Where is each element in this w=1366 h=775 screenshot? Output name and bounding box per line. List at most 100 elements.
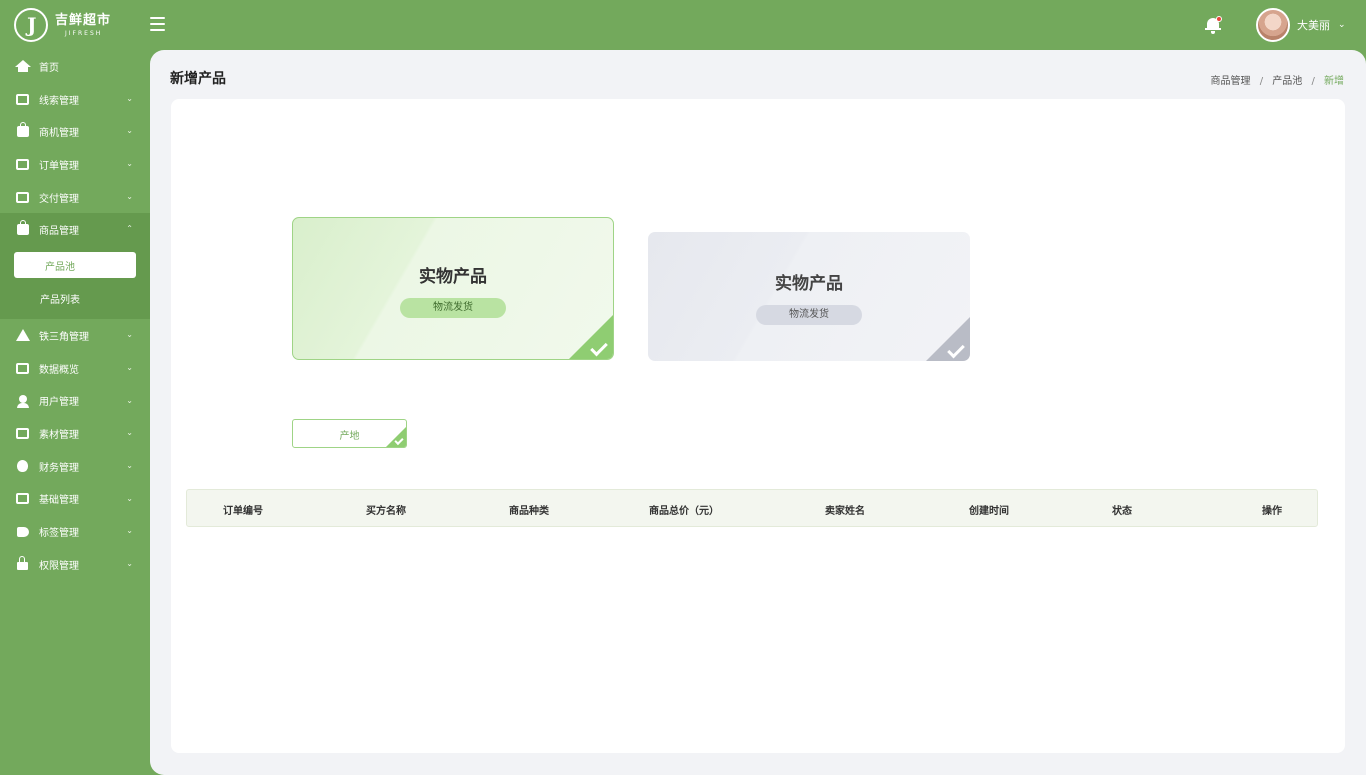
card-tag: 物流发货	[400, 298, 506, 318]
logo-mark-icon: J	[14, 8, 48, 42]
breadcrumb-separator: /	[1311, 76, 1315, 87]
chevron-down-icon: ⌄	[126, 362, 133, 372]
breadcrumb-separator: /	[1259, 76, 1264, 87]
chevron-down-icon: ⌄	[126, 126, 133, 136]
sidebar-item-tags[interactable]: 标签管理 ⌄	[0, 515, 150, 548]
sidebar-item-label: 标签管理	[39, 528, 79, 540]
delivery-icon	[15, 191, 30, 204]
sidebar-item-label: 交付管理	[39, 193, 79, 205]
content-panel: 实物产品 物流发货 实物产品 物流发货 产地 订单编号 买方名称 商品种类 商品…	[171, 99, 1345, 753]
sidebar-item-users[interactable]: 用户管理 ⌄	[0, 385, 150, 418]
chevron-up-icon: ⌃	[126, 224, 133, 234]
card-title: 实物产品	[775, 274, 843, 294]
sidebar-item-label: 商机管理	[39, 128, 79, 140]
sidebar-item-label: 财务管理	[39, 462, 79, 474]
sidebar-item-label: 权限管理	[39, 560, 79, 572]
breadcrumb-item-current: 新增	[1324, 76, 1344, 87]
sidebar-item-opportunities[interactable]: 商机管理 ⌄	[0, 115, 150, 148]
lock-icon	[15, 556, 30, 571]
data-icon	[15, 362, 30, 375]
origin-option-button[interactable]: 产地	[292, 419, 407, 448]
sidebar: 首页 线索管理 ⌄ 商机管理 ⌄ 订单管理 ⌄ 交付管理 ⌄ 商品管理 ⌃ 产品…	[0, 50, 150, 775]
breadcrumb-item-product-management[interactable]: 商品管理	[1211, 76, 1251, 87]
column-header-category[interactable]: 商品种类	[509, 502, 549, 517]
sidebar-item-label: 用户管理	[39, 397, 79, 409]
tag-icon	[15, 525, 30, 538]
user-name: 大美丽	[1297, 19, 1330, 32]
avatar[interactable]	[1256, 8, 1290, 42]
clue-icon	[15, 93, 30, 106]
column-header-status[interactable]: 状态	[1112, 502, 1132, 517]
sidebar-item-label: 商品管理	[39, 226, 79, 238]
chevron-down-icon: ⌄	[126, 191, 133, 201]
order-icon	[15, 158, 30, 171]
main-content: 新增产品 商品管理 / 产品池 / 新增 实物产品 物流发货 实物产品 物流发货…	[150, 50, 1366, 775]
sidebar-item-finance[interactable]: 财务管理 ⌄	[0, 450, 150, 483]
user-menu[interactable]: 大美丽 ⌄	[1256, 8, 1346, 42]
bell-icon[interactable]	[1205, 16, 1222, 34]
submenu-item-product-list[interactable]: 产品列表	[14, 282, 136, 315]
material-icon	[15, 427, 30, 440]
menu-icon[interactable]	[150, 17, 165, 31]
logo-letter: J	[27, 13, 37, 37]
sidebar-item-iron-triangle[interactable]: 铁三角管理 ⌄	[0, 319, 150, 352]
sidebar-item-materials[interactable]: 素材管理 ⌄	[0, 417, 150, 450]
chevron-down-icon: ⌄	[126, 460, 133, 470]
column-header-total-price[interactable]: 商品总价（元）	[649, 502, 719, 517]
products-submenu: 产品池 产品列表	[0, 246, 150, 320]
chevron-down-icon: ⌄	[126, 558, 133, 568]
chevron-down-icon: ⌄	[1338, 20, 1346, 30]
selected-corner	[569, 315, 613, 359]
column-header-buyer[interactable]: 买方名称	[366, 502, 406, 517]
product-bag-icon	[15, 220, 30, 236]
sidebar-item-clues[interactable]: 线索管理 ⌄	[0, 83, 150, 116]
user-icon	[15, 394, 30, 408]
chevron-down-icon: ⌄	[126, 159, 133, 169]
sidebar-item-label: 线索管理	[39, 95, 79, 107]
sidebar-item-permissions[interactable]: 权限管理 ⌄	[0, 548, 150, 581]
column-header-created-time[interactable]: 创建时间	[969, 502, 1009, 517]
sidebar-item-label: 数据概览	[39, 364, 79, 376]
breadcrumb-item-product-pool[interactable]: 产品池	[1272, 76, 1302, 87]
sidebar-item-delivery[interactable]: 交付管理 ⌄	[0, 181, 150, 214]
brand-name-en: JIFRESH	[65, 29, 103, 37]
card-title: 实物产品	[419, 267, 487, 287]
top-bar: J 吉鲜超市 JIFRESH 大美丽 ⌄	[0, 0, 1366, 50]
chevron-down-icon: ⌄	[126, 428, 133, 438]
product-type-card-selected[interactable]: 实物产品 物流发货	[292, 217, 614, 360]
sidebar-item-products[interactable]: 商品管理 ⌃	[0, 213, 150, 247]
logo-text: 吉鲜超市 JIFRESH	[55, 14, 111, 37]
table-header: 订单编号 买方名称 商品种类 商品总价（元） 卖家姓名 创建时间 状态 操作	[186, 489, 1318, 527]
chevron-down-icon: ⌄	[126, 395, 133, 405]
opportunity-icon	[15, 122, 30, 138]
triangle-icon	[15, 329, 30, 342]
sidebar-item-label: 基础管理	[39, 495, 79, 507]
submenu-item-product-pool[interactable]: 产品池	[14, 252, 136, 279]
sidebar-item-basic[interactable]: 基础管理 ⌄	[0, 483, 150, 516]
chevron-down-icon: ⌄	[126, 330, 133, 340]
chevron-down-icon: ⌄	[126, 93, 133, 103]
sidebar-item-label: 订单管理	[39, 160, 79, 172]
sidebar-item-orders[interactable]: 订单管理 ⌄	[0, 148, 150, 181]
home-icon	[14, 59, 31, 73]
sidebar-item-label: 首页	[39, 62, 59, 74]
chevron-down-icon: ⌄	[126, 526, 133, 536]
sidebar-item-label: 铁三角管理	[39, 331, 89, 343]
sidebar-item-data-overview[interactable]: 数据概览 ⌄	[0, 352, 150, 385]
sidebar-item-label: 素材管理	[39, 430, 79, 442]
page-title: 新增产品	[170, 71, 226, 87]
unselected-corner	[926, 317, 970, 361]
brand-name-cn: 吉鲜超市	[55, 12, 112, 28]
finance-icon	[15, 460, 30, 473]
column-header-order-no[interactable]: 订单编号	[223, 502, 263, 517]
column-header-actions[interactable]: 操作	[1262, 502, 1282, 517]
brand-logo[interactable]: J 吉鲜超市 JIFRESH	[14, 8, 111, 42]
notification-dot	[1216, 16, 1222, 22]
sidebar-item-home[interactable]: 首页	[0, 50, 150, 83]
column-header-seller[interactable]: 卖家姓名	[825, 502, 865, 517]
breadcrumb: 商品管理 / 产品池 / 新增	[1211, 72, 1345, 87]
basic-icon	[15, 492, 30, 505]
chevron-down-icon: ⌄	[126, 493, 133, 503]
card-tag: 物流发货	[756, 305, 862, 325]
product-type-card[interactable]: 实物产品 物流发货	[648, 232, 970, 361]
